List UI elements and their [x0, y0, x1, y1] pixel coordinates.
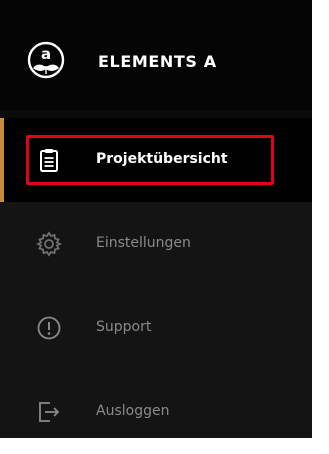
sidebar: a ELEMENTS A Projektübersicht Einstellun…	[0, 0, 312, 438]
svg-text:a: a	[41, 45, 51, 63]
nav-item-projektuebersicht[interactable]: Projektübersicht	[0, 118, 312, 202]
divider	[0, 110, 312, 118]
nav-item-einstellungen[interactable]: Einstellungen	[0, 202, 312, 286]
nav-item-label: Support	[96, 319, 152, 335]
exclamation-circle-icon	[37, 316, 61, 340]
content-edge	[312, 0, 329, 438]
active-indicator	[0, 118, 4, 202]
nav-item-label: Ausloggen	[96, 403, 170, 419]
brand-title: ELEMENTS A	[98, 52, 217, 71]
clipboard-icon	[40, 149, 58, 172]
logout-icon	[39, 402, 60, 422]
brand-header: a ELEMENTS A	[0, 0, 312, 110]
nav-item-ausloggen[interactable]: Ausloggen	[0, 370, 312, 454]
nav-item-label: Projektübersicht	[96, 151, 228, 167]
elements-a-logo[interactable]: a	[26, 38, 66, 82]
gear-icon	[36, 231, 62, 257]
nav-item-support[interactable]: Support	[0, 286, 312, 370]
nav-item-label: Einstellungen	[96, 235, 191, 251]
